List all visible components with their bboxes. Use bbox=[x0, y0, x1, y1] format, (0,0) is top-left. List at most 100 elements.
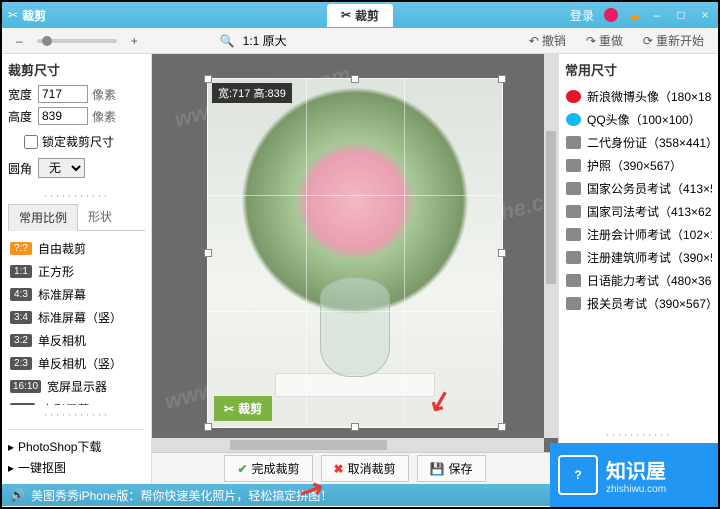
zoom-in-button[interactable]: + bbox=[125, 32, 144, 50]
canvas-area: www.wmzhe.com www.wmzhe.com www.wmzhe.co… bbox=[152, 54, 558, 484]
size-item[interactable]: 注册会计师考试（102×126） bbox=[565, 223, 712, 246]
app-icon: ✂ bbox=[8, 8, 18, 22]
doc-icon bbox=[566, 182, 581, 195]
ratio-item[interactable]: 4:3标准屏幕 bbox=[8, 283, 145, 306]
tab-shape[interactable]: 形状 bbox=[78, 204, 122, 230]
redo-icon: ↷ bbox=[586, 34, 596, 48]
ratio-item[interactable]: 16:9电影屏幕 bbox=[8, 398, 145, 405]
ratio-item[interactable]: 2:3单反相机（竖） bbox=[8, 352, 145, 375]
height-input[interactable] bbox=[38, 107, 88, 125]
scissors-icon: ✂ bbox=[341, 8, 351, 22]
size-label: 注册会计师考试（102×126） bbox=[587, 226, 712, 243]
height-label: 高度 bbox=[8, 108, 34, 125]
maximize-button[interactable]: □ bbox=[674, 8, 688, 22]
ratio-badge: ?:? bbox=[10, 242, 32, 255]
handle-mr[interactable] bbox=[498, 249, 506, 257]
width-input[interactable] bbox=[38, 85, 88, 103]
speaker-icon: 🔊 bbox=[10, 488, 25, 502]
size-label: 护照（390×567） bbox=[587, 157, 682, 174]
cloud-icon[interactable]: ☁ bbox=[628, 8, 640, 22]
close-button[interactable]: × bbox=[698, 8, 712, 22]
size-item[interactable]: QQ头像（100×100） bbox=[565, 108, 712, 131]
doc-icon bbox=[566, 251, 581, 264]
cancel-crop-button[interactable]: ✖取消裁剪 bbox=[321, 455, 409, 482]
handle-ml[interactable] bbox=[204, 249, 212, 257]
tab-crop[interactable]: ✂ 裁剪 bbox=[327, 4, 393, 27]
brand-url: zhishiwu.com bbox=[606, 484, 666, 495]
ratio-label: 宽屏显示器 bbox=[47, 378, 107, 395]
crop-size-heading: 裁剪尺寸 bbox=[8, 60, 145, 79]
ratio-item[interactable]: ?:? 自由裁剪 bbox=[8, 237, 145, 260]
action-bar: ↗ ✔完成裁剪 ✖取消裁剪 💾保存 bbox=[152, 452, 558, 484]
handle-bl[interactable] bbox=[204, 423, 212, 431]
ratio-badge: 1:1 bbox=[10, 265, 32, 278]
size-label: 新浪微博头像（180×180） bbox=[587, 88, 712, 105]
ratio-item[interactable]: 3:2 单反相机 bbox=[8, 329, 145, 352]
minimize-button[interactable]: – bbox=[650, 8, 664, 22]
ratio-label: 单反相机（竖） bbox=[38, 355, 122, 372]
crop-float-button[interactable]: ✂ 裁剪 bbox=[214, 396, 272, 421]
scrollbar-vertical[interactable] bbox=[544, 54, 558, 438]
handle-bm[interactable] bbox=[351, 423, 359, 431]
crop-dimensions: 宽:717 高:839 bbox=[212, 83, 292, 103]
redo-button[interactable]: ↷重做 bbox=[580, 30, 629, 51]
confirm-crop-button[interactable]: ✔完成裁剪 bbox=[224, 455, 312, 482]
doc-icon bbox=[566, 205, 581, 218]
height-unit: 像素 bbox=[92, 108, 116, 125]
ratio-badge: 3:2 bbox=[10, 334, 32, 347]
ratio-label: 单反相机 bbox=[38, 332, 86, 349]
undo-button[interactable]: ↶撤销 bbox=[523, 30, 572, 51]
size-item[interactable]: 新浪微博头像（180×180） bbox=[565, 85, 712, 108]
size-item[interactable]: 护照（390×567） bbox=[565, 154, 712, 177]
size-label: 注册建筑师考试（390×567） bbox=[587, 249, 712, 266]
common-sizes-heading: 常用尺寸 bbox=[565, 60, 712, 79]
footer-link[interactable]: ▸PhotoShop下载 bbox=[8, 436, 145, 457]
ratio-item[interactable]: 16:10宽屏显示器 bbox=[8, 375, 145, 398]
handle-tm[interactable] bbox=[351, 75, 359, 83]
doc-icon bbox=[566, 136, 581, 149]
save-icon: 💾 bbox=[430, 462, 445, 476]
weibo-icon bbox=[566, 90, 581, 103]
handle-tl[interactable] bbox=[204, 75, 212, 83]
handle-tr[interactable] bbox=[498, 75, 506, 83]
magnify-icon: 🔍 bbox=[220, 34, 235, 48]
scrollbar-horizontal[interactable] bbox=[152, 438, 544, 452]
zoom-out-button[interactable]: – bbox=[10, 32, 29, 50]
zoom-label[interactable]: 1:1 原大 bbox=[243, 32, 287, 49]
ratio-item[interactable]: 3:4标准屏幕（竖） bbox=[8, 306, 145, 329]
tab-ratio[interactable]: 常用比例 bbox=[8, 204, 78, 231]
size-item[interactable]: 注册建筑师考试（390×567） bbox=[565, 246, 712, 269]
zoom-slider[interactable] bbox=[37, 39, 117, 43]
refresh-icon: ⟳ bbox=[643, 34, 653, 48]
size-label: QQ头像（100×100） bbox=[587, 111, 701, 128]
x-icon: ✖ bbox=[334, 462, 344, 476]
crop-frame[interactable]: 宽:717 高:839 ✂ 裁剪 ↙ bbox=[207, 78, 503, 428]
login-link[interactable]: 登录 bbox=[570, 7, 594, 24]
footer-link[interactable]: ▸一键抠图 bbox=[8, 457, 145, 478]
app-title: 裁剪 bbox=[22, 7, 46, 24]
handle-br[interactable] bbox=[498, 423, 506, 431]
size-item[interactable]: 日语能力考试（480×360） bbox=[565, 269, 712, 292]
ratio-label: 自由裁剪 bbox=[38, 240, 86, 257]
doc-icon bbox=[566, 297, 581, 310]
check-icon: ✔ bbox=[237, 462, 247, 476]
ratio-badge: 3:4 bbox=[10, 311, 32, 324]
width-label: 宽度 bbox=[8, 86, 34, 103]
save-button[interactable]: 💾保存 bbox=[417, 455, 486, 482]
corner-select[interactable]: 无 bbox=[38, 158, 85, 178]
size-label: 二代身份证（358×441） bbox=[587, 134, 712, 151]
size-item[interactable]: 报关员考试（390×567） bbox=[565, 292, 712, 315]
doc-icon bbox=[566, 274, 581, 287]
size-item[interactable]: 二代身份证（358×441） bbox=[565, 131, 712, 154]
size-label: 日语能力考试（480×360） bbox=[587, 272, 712, 289]
skin-icon[interactable] bbox=[604, 8, 618, 22]
restart-button[interactable]: ⟳重新开始 bbox=[637, 30, 710, 51]
size-item[interactable]: 国家司法考试（413×626） bbox=[565, 200, 712, 223]
size-label: 国家公务员考试（413×532） bbox=[587, 180, 712, 197]
brand-watermark: ? 知识屋 zhishiwu.com bbox=[550, 443, 718, 507]
ratio-item[interactable]: 1:1正方形 bbox=[8, 260, 145, 283]
lock-checkbox[interactable] bbox=[24, 135, 38, 149]
toolbar: – + 🔍 1:1 原大 ↶撤销 ↷重做 ⟳重新开始 bbox=[2, 28, 718, 54]
size-label: 报关员考试（390×567） bbox=[587, 295, 712, 312]
size-item[interactable]: 国家公务员考试（413×532） bbox=[565, 177, 712, 200]
